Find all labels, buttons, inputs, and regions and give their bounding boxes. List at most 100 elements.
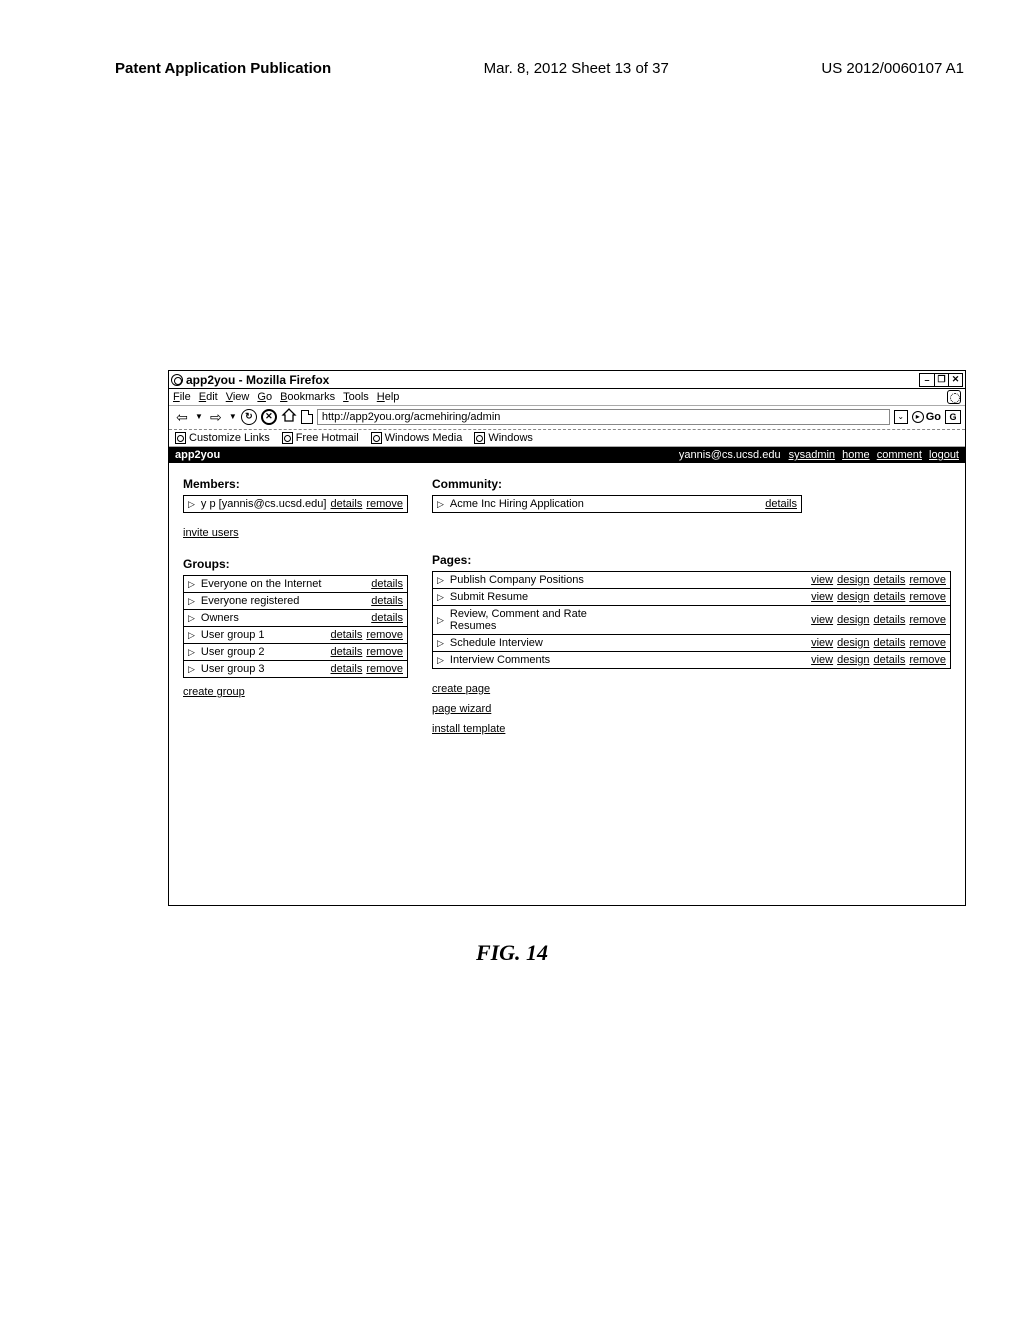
- page-remove-link[interactable]: remove: [909, 591, 946, 603]
- page-design-link[interactable]: design: [837, 574, 869, 586]
- page-remove-link[interactable]: remove: [909, 574, 946, 586]
- expand-icon[interactable]: ▷: [188, 647, 195, 658]
- expand-icon[interactable]: ▷: [437, 592, 444, 603]
- expand-icon[interactable]: ▷: [188, 579, 195, 590]
- invite-users-link[interactable]: invite users: [183, 527, 239, 539]
- page-design-link[interactable]: design: [837, 654, 869, 666]
- member-details-link[interactable]: details: [331, 498, 363, 510]
- page-design-link[interactable]: design: [837, 591, 869, 603]
- go-icon[interactable]: ▸: [912, 411, 924, 423]
- close-button[interactable]: ✕: [948, 374, 962, 386]
- bookmark-free-hotmail[interactable]: Free Hotmail: [282, 432, 359, 444]
- group-row: ▷User group 3 detailsremove: [183, 661, 408, 678]
- page-details-link[interactable]: details: [874, 574, 906, 586]
- window-titlebar: app2you - Mozilla Firefox – ❐ ✕: [169, 371, 965, 389]
- page-remove-link[interactable]: remove: [909, 614, 946, 626]
- expand-icon[interactable]: ▷: [188, 613, 195, 624]
- page-design-link[interactable]: design: [837, 614, 869, 626]
- link-sysadmin[interactable]: sysadmin: [789, 449, 835, 461]
- site-icon: [301, 410, 313, 424]
- page-remove-link[interactable]: remove: [909, 637, 946, 649]
- forward-dropdown[interactable]: ▼: [229, 412, 237, 421]
- menu-help[interactable]: Help: [377, 391, 400, 403]
- page-view-link[interactable]: view: [811, 637, 833, 649]
- page-design-link[interactable]: design: [837, 637, 869, 649]
- members-heading: Members:: [183, 477, 408, 491]
- link-comment[interactable]: comment: [877, 449, 922, 461]
- expand-icon[interactable]: ▷: [437, 575, 444, 586]
- reload-button[interactable]: ↻: [241, 409, 257, 425]
- expand-icon[interactable]: ▷: [188, 664, 195, 675]
- expand-icon[interactable]: ▷: [188, 596, 195, 607]
- bookmark-customize-links[interactable]: Customize Links: [175, 432, 270, 444]
- expand-icon[interactable]: ▷: [437, 499, 444, 510]
- expand-icon[interactable]: ▷: [437, 655, 444, 666]
- search-engine-button[interactable]: G: [945, 410, 961, 424]
- page-view-link[interactable]: view: [811, 591, 833, 603]
- group-remove-link[interactable]: remove: [366, 646, 403, 658]
- go-button[interactable]: Go: [926, 411, 941, 423]
- groups-list: ▷ Everyone on the Internet details ▷ Every…: [183, 575, 408, 678]
- expand-icon[interactable]: ▷: [188, 499, 195, 510]
- members-list: ▷y p [yannis@cs.ucsd.edu] details remove: [183, 495, 408, 513]
- menu-view[interactable]: View: [226, 391, 250, 403]
- group-remove-link[interactable]: remove: [366, 629, 403, 641]
- group-row: ▷ Everyone on the Internet details: [183, 575, 408, 593]
- maximize-button[interactable]: ❐: [934, 374, 948, 386]
- menu-bookmarks[interactable]: Bookmarks: [280, 391, 335, 403]
- group-details-link[interactable]: details: [371, 595, 403, 607]
- group-row: ▷User group 1 detailsremove: [183, 627, 408, 644]
- page-view-link[interactable]: view: [811, 574, 833, 586]
- create-page-link[interactable]: create page: [432, 683, 490, 695]
- group-details-link[interactable]: details: [331, 663, 363, 675]
- left-column: Members: ▷y p [yannis@cs.ucsd.edu] detai…: [183, 477, 408, 698]
- group-label: Owners: [201, 612, 239, 624]
- menu-tools[interactable]: Tools: [343, 391, 369, 403]
- figure-caption: FIG. 14: [0, 940, 1024, 966]
- page-details-link[interactable]: details: [874, 614, 906, 626]
- page-row: ▷Schedule Interview view design details …: [432, 635, 951, 652]
- document-header: Patent Application Publication Mar. 8, 2…: [0, 0, 1024, 87]
- url-dropdown[interactable]: ⌄: [894, 410, 908, 424]
- forward-button[interactable]: ⇨: [207, 409, 225, 425]
- group-label: Everyone registered: [201, 595, 299, 607]
- back-button[interactable]: ⇦: [173, 409, 191, 425]
- group-details-link[interactable]: details: [331, 629, 363, 641]
- community-details-link[interactable]: details: [765, 498, 797, 510]
- group-label: Everyone on the Internet: [201, 578, 321, 590]
- page-row: ▷Publish Company Positions view design d…: [432, 571, 951, 589]
- group-details-link[interactable]: details: [331, 646, 363, 658]
- expand-icon[interactable]: ▷: [437, 638, 444, 649]
- app-title: app2you: [175, 449, 220, 461]
- menu-go[interactable]: Go: [257, 391, 272, 403]
- menu-edit[interactable]: Edit: [199, 391, 218, 403]
- link-home[interactable]: home: [842, 449, 870, 461]
- page-details-link[interactable]: details: [874, 637, 906, 649]
- group-details-link[interactable]: details: [371, 578, 403, 590]
- page-view-link[interactable]: view: [811, 654, 833, 666]
- page-remove-link[interactable]: remove: [909, 654, 946, 666]
- minimize-button[interactable]: –: [920, 374, 934, 386]
- stop-button[interactable]: ✕: [261, 409, 277, 425]
- user-email: yannis@cs.ucsd.edu: [679, 449, 781, 461]
- member-remove-link[interactable]: remove: [366, 498, 403, 510]
- page-wizard-link[interactable]: page wizard: [432, 703, 491, 715]
- group-row: ▷ Owners details: [183, 610, 408, 627]
- page-details-link[interactable]: details: [874, 654, 906, 666]
- create-group-link[interactable]: create group: [183, 686, 245, 698]
- group-remove-link[interactable]: remove: [366, 663, 403, 675]
- home-button[interactable]: [281, 407, 297, 426]
- page-details-link[interactable]: details: [874, 591, 906, 603]
- expand-icon[interactable]: ▷: [188, 630, 195, 641]
- expand-icon[interactable]: ▷: [437, 615, 444, 626]
- main-content: Members: ▷y p [yannis@cs.ucsd.edu] detai…: [169, 463, 965, 905]
- menu-file[interactable]: File: [173, 391, 191, 403]
- url-input[interactable]: [317, 409, 890, 425]
- back-dropdown[interactable]: ▼: [195, 412, 203, 421]
- bookmark-windows[interactable]: Windows: [474, 432, 533, 444]
- link-logout[interactable]: logout: [929, 449, 959, 461]
- install-template-link[interactable]: install template: [432, 723, 505, 735]
- group-details-link[interactable]: details: [371, 612, 403, 624]
- bookmark-windows-media[interactable]: Windows Media: [371, 432, 463, 444]
- page-view-link[interactable]: view: [811, 614, 833, 626]
